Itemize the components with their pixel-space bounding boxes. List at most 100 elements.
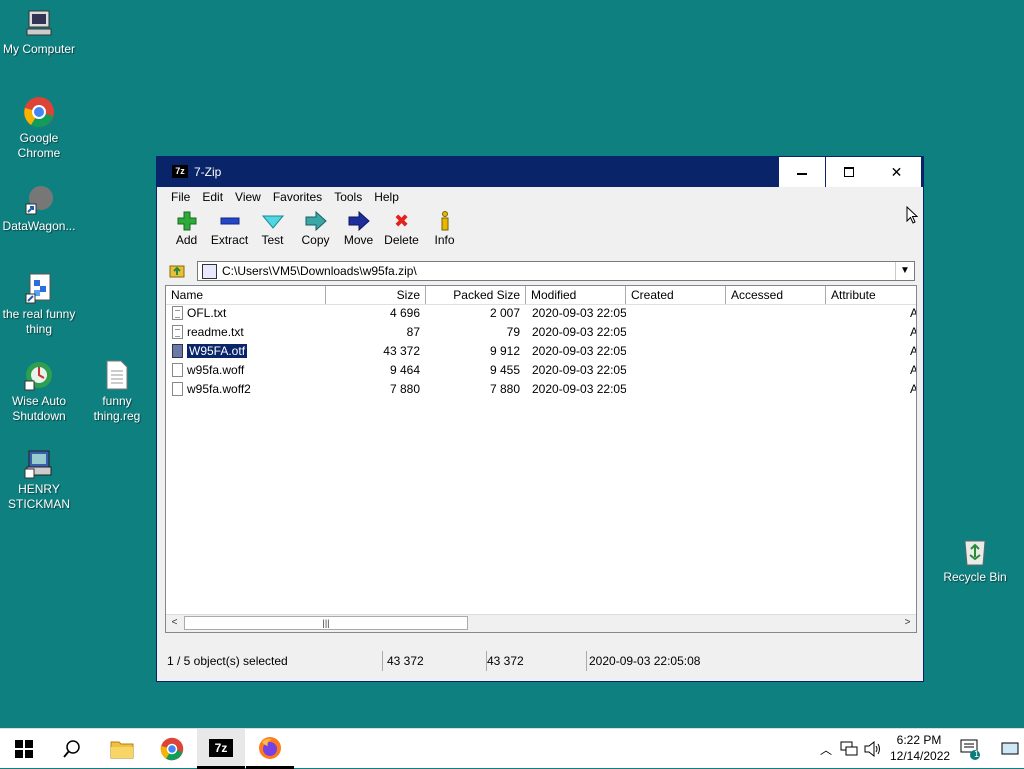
program-icon [22,271,56,305]
show-desktop-button[interactable] [996,729,1024,769]
address-row: C:\Users\VM5\Downloads\w95fa.zip\ ▼ [165,259,917,283]
menu-view[interactable]: View [229,187,267,207]
desktop-icon-label: HENRY STICKMAN [7,482,70,511]
desktop-icon-recycle-bin[interactable]: Recycle Bin [936,534,1014,585]
file-attributes: A [910,323,916,342]
system-clock[interactable]: 6:22 PM 12/14/2022 [890,732,950,764]
file-modified: 2020-09-03 22:05 [532,382,626,396]
taskbar-chrome[interactable] [148,729,196,769]
file-packed-size: 7 880 [489,382,520,396]
clock-time: 6:22 PM [896,733,942,747]
table-row[interactable]: w95fa.woff 9 464 9 455 2020-09-03 22:05 … [166,361,916,380]
desktop-icon-the-real-funny-thing[interactable]: the real funny thing [0,271,78,337]
volume-tray-button[interactable] [862,729,884,769]
desktop-icon-henry-stickman[interactable]: HENRY STICKMAN [0,446,78,512]
toolbar: Add Extract Test Copy Move ✖ Delete Info [165,209,466,255]
status-bar: 1 / 5 object(s) selected 43 372 43 372 2… [165,651,917,671]
menu-help[interactable]: Help [368,187,405,207]
file-name: w95fa.woff [187,363,245,377]
close-button[interactable]: ✕ [872,157,921,187]
table-row[interactable]: readme.txt 87 79 2020-09-03 22:05 A [166,323,916,342]
test-button[interactable]: Test [251,209,294,255]
menu-tools[interactable]: Tools [328,187,368,207]
extract-label: Extract [210,233,249,247]
chevron-down-icon: ▼ [900,265,910,276]
delete-button[interactable]: ✖ Delete [380,209,423,255]
chrome-icon [160,737,184,761]
desktop-icon-label: DataWagon... [2,219,76,233]
move-button[interactable]: Move [337,209,380,255]
search-button[interactable] [48,729,96,769]
file-list[interactable]: Name Size Packed Size Modified Created A… [165,285,917,633]
chrome-icon [22,95,56,129]
file-name: W95FA.otf [187,343,249,359]
search-icon [63,740,80,758]
taskbar-file-explorer[interactable] [98,729,146,769]
grip-icon: ||| [322,618,330,628]
info-label: Info [434,233,455,247]
file-icon [172,382,183,396]
menu-bar: File Edit View Favorites Tools Help [165,187,915,207]
tray-overflow-button[interactable]: ︿ [816,729,836,769]
file-modified: 2020-09-03 22:05 [532,363,626,377]
desktop-icon-datawagon[interactable]: DataWagon... [0,183,78,234]
taskbar: 7z ︿ 6:22 PM 12/14/2022 1 [0,728,1024,769]
table-row[interactable]: OFL.txt 4 696 2 007 2020-09-03 22:05 A [166,304,916,323]
desktop-icon-my-computer[interactable]: My Computer [0,6,78,57]
zip-archive-icon [202,264,217,279]
table-row[interactable]: w95fa.woff2 7 880 7 880 2020-09-03 22:05… [166,380,916,399]
address-dropdown-button[interactable]: ▼ [895,262,914,280]
column-header-attributes[interactable]: Attribute [826,286,916,304]
horizontal-scrollbar[interactable]: < ||| > [166,614,916,632]
column-header-created[interactable]: Created [626,286,726,304]
test-label: Test [261,233,284,247]
desktop-icon-wise-auto-shutdown[interactable]: Wise Auto Shutdown [0,358,78,424]
file-size: 4 696 [389,306,420,320]
scroll-thumb[interactable]: ||| [184,616,468,630]
status-packed-size: 43 372 [487,651,587,671]
column-header: Name Size Packed Size Modified Created A… [166,286,916,305]
maximize-button[interactable] [826,157,872,187]
info-button[interactable]: Info [423,209,466,255]
checkmark-icon [251,209,294,233]
title-bar[interactable]: 7z 7-Zip ✕ [157,157,923,187]
start-button[interactable] [0,729,48,769]
copy-label: Copy [301,233,330,247]
taskbar-firefox[interactable] [246,729,294,769]
sevenzip-app-icon: 7z [172,165,188,178]
menu-favorites[interactable]: Favorites [267,187,328,207]
scroll-right-button[interactable]: > [899,615,916,631]
table-row-selected[interactable]: W95FA.otf 43 372 9 912 2020-09-03 22:05 … [166,342,916,361]
scroll-left-button[interactable]: < [166,615,183,631]
copy-button[interactable]: Copy [294,209,337,255]
status-size: 43 372 [383,651,487,671]
minimize-icon [797,173,807,175]
speaker-icon [864,741,880,757]
network-tray-button[interactable] [838,729,860,769]
delete-x-icon: ✖ [393,210,410,231]
extract-button[interactable]: Extract [208,209,251,255]
action-center-button[interactable]: 1 [956,729,984,769]
column-header-modified[interactable]: Modified [526,286,626,304]
taskbar-7zip[interactable]: 7z [197,729,245,769]
column-header-name[interactable]: Name [166,286,326,304]
column-header-packed-size[interactable]: Packed Size [426,286,526,304]
text-file-icon [172,325,183,339]
desktop-icon-google-chrome[interactable]: Google Chrome [0,95,78,161]
mouse-cursor-icon [906,205,919,227]
chevron-right-icon: > [904,617,911,628]
add-button[interactable]: Add [165,209,208,255]
folder-icon [110,741,134,759]
desktop-icon-funny-thing-reg[interactable]: funny thing.reg [78,358,156,424]
menu-edit[interactable]: Edit [196,187,229,207]
column-header-accessed[interactable]: Accessed [726,286,826,304]
menu-file[interactable]: File [165,187,196,207]
folder-up-icon[interactable] [169,262,185,278]
column-header-size[interactable]: Size [326,286,426,304]
desktop-icon-label: funny thing.reg [93,394,141,423]
file-modified: 2020-09-03 22:05 [532,325,626,339]
minimize-button[interactable] [779,157,825,187]
file-attributes: A [910,361,916,380]
file-name-cell: W95FA.otf [187,342,325,361]
address-bar[interactable]: C:\Users\VM5\Downloads\w95fa.zip\ ▼ [197,261,915,281]
